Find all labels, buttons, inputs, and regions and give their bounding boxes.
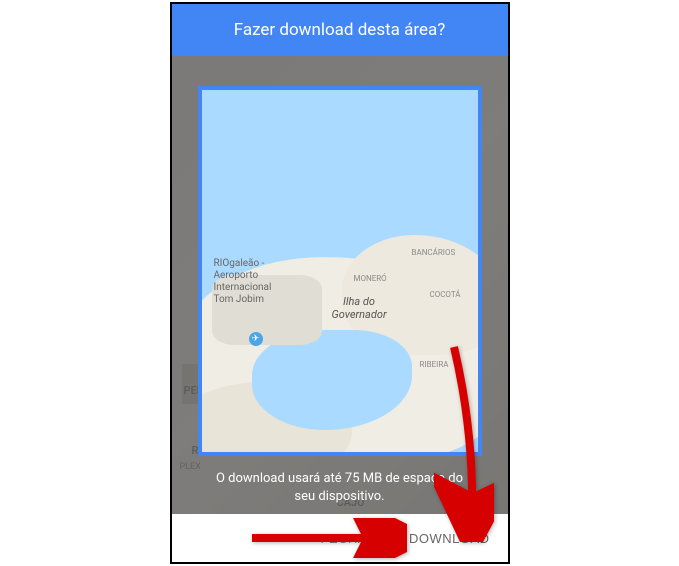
dialog-header: Fazer download desta área? (172, 4, 508, 56)
place-cocota: COCOTÁ (430, 290, 461, 300)
dialog-title: Fazer download desta área? (234, 20, 446, 40)
annotation-arrow-1 (434, 342, 494, 546)
airplane-icon: ✈ (249, 332, 263, 346)
phone-screen: PENHA RAMOS CAJU PLEX Fazer download des… (170, 2, 510, 564)
place-bancarios: BANCÁRIOS (412, 248, 456, 258)
place-monero: MONERÓ (354, 274, 387, 284)
place-ilha: Ilha do Governador (332, 295, 387, 321)
annotation-arrow-2 (247, 518, 407, 562)
place-airport: RIOgaleão - Aeroporto Internacional Tom … (214, 258, 272, 306)
